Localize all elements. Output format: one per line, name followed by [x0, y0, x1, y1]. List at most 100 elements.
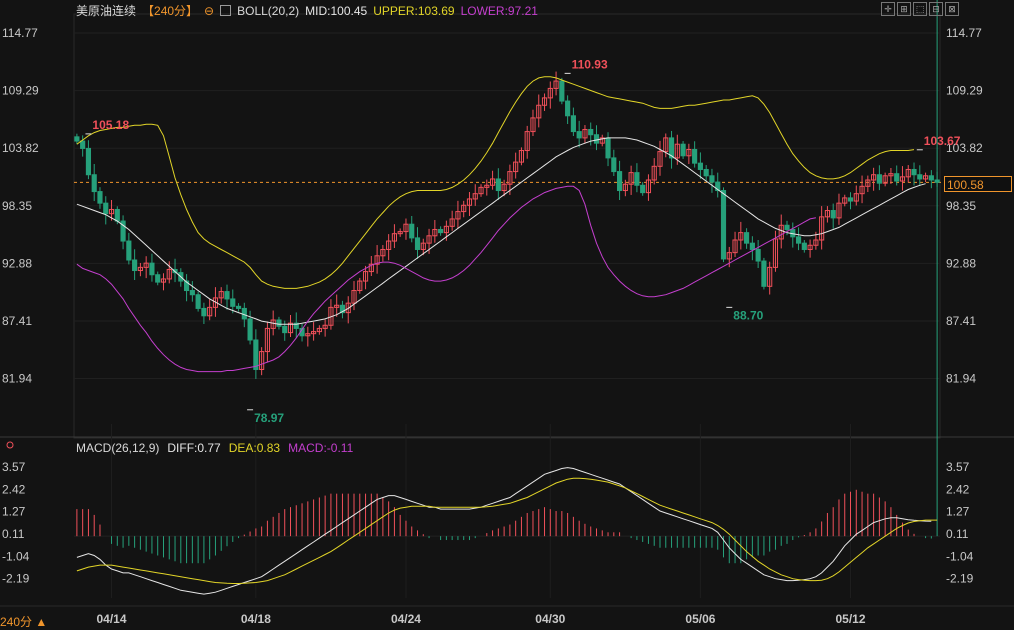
split-icon[interactable]: ⊟	[929, 2, 943, 16]
boll-label[interactable]: BOLL(20,2)	[237, 4, 299, 18]
candle-down	[189, 290, 195, 296]
macd-tick-right: -2.19	[946, 571, 974, 585]
macd-tick-left: 3.57	[2, 460, 26, 474]
candle-down	[593, 134, 600, 144]
price-tick-left: 109.29	[2, 84, 39, 98]
frame-icon[interactable]: ⬚	[913, 2, 927, 16]
candle-down	[247, 318, 253, 341]
candle-down	[235, 305, 242, 309]
candle-down	[565, 100, 571, 117]
candle-down	[801, 242, 807, 250]
price-tick-right: 98.35	[946, 199, 976, 213]
candle-down	[253, 339, 259, 370]
chart-header: 美原油连续 【240分】 ⊖ BOLL(20,2) MID:100.45 UPP…	[76, 2, 538, 19]
macd-tick-left: 2.42	[2, 482, 26, 496]
price-tick-left: 103.82	[2, 141, 39, 155]
candle-down	[85, 147, 92, 176]
macd-label[interactable]: MACD(26,12,9)	[76, 441, 159, 455]
current-price-tag: 100.58	[944, 176, 1012, 192]
macd-tick-left: 1.27	[2, 505, 26, 519]
date-tick: 04/14	[97, 612, 127, 626]
price-tick-right: 109.29	[946, 84, 983, 98]
candle-down	[126, 240, 132, 261]
boll-mid: MID:100.45	[305, 3, 368, 18]
macd-header: MACD(26,12,9) DIFF:0.77 DEA:0.83 MACD:-0…	[76, 441, 353, 455]
triangle-up-icon: ▲	[35, 615, 48, 629]
candle-down	[201, 307, 207, 317]
date-tick: 04/24	[391, 612, 421, 626]
candle-down	[617, 171, 623, 192]
macd-dea: DEA:0.83	[228, 441, 281, 455]
candle-down	[876, 174, 882, 184]
candle-down	[847, 197, 854, 202]
macd-diff: DIFF:0.77	[167, 441, 221, 455]
annotation-label: 105.18	[92, 118, 129, 132]
period-button[interactable]: 240分 ▲	[0, 613, 47, 630]
candle-down	[605, 137, 611, 159]
candle-down	[640, 184, 646, 194]
price-tick-right: 81.94	[946, 372, 976, 386]
macd-tick-left: 0.11	[2, 527, 25, 541]
boll-lower: LOWER:97.21	[460, 3, 538, 18]
annotation-label: 110.93	[572, 57, 608, 71]
candle-down	[74, 136, 80, 142]
boll-upper: UPPER:103.69	[373, 3, 455, 18]
candle-down	[697, 162, 703, 170]
candle-down	[224, 291, 230, 300]
candle-down	[703, 168, 709, 177]
candle-down	[611, 157, 617, 173]
macd-settings-icon[interactable]	[6, 441, 14, 449]
settings-icon[interactable]: ⊖	[204, 4, 214, 18]
candle-down	[282, 325, 288, 334]
candle-down	[438, 228, 444, 234]
macd-dea-line	[76, 477, 938, 584]
symbol-name: 美原油连续	[76, 4, 137, 18]
macd-tick-left: -2.19	[2, 571, 30, 585]
candle-down	[155, 274, 161, 283]
crosshair-icon[interactable]: ✛	[881, 2, 895, 16]
candle-down	[917, 174, 923, 180]
macd-tick-right: 1.27	[946, 505, 970, 519]
candle-down	[91, 174, 97, 193]
grid-icon[interactable]: ⊞	[897, 2, 911, 16]
price-tick-left: 92.88	[2, 256, 32, 270]
candle-down	[195, 294, 201, 309]
price-tick-right: 92.88	[946, 256, 976, 270]
period-button-label: 240分	[0, 615, 33, 629]
candle-down	[103, 202, 109, 215]
macd-tick-right: 3.57	[946, 460, 970, 474]
candle-down	[570, 115, 576, 133]
price-tick-right: 87.41	[946, 314, 976, 328]
main-frame	[73, 13, 941, 439]
date-tick: 05/06	[685, 612, 715, 626]
candle-down	[761, 260, 767, 287]
close-icon[interactable]: ⊠	[945, 2, 959, 16]
candle-down	[692, 148, 698, 164]
annotation-label: 103.67	[924, 134, 961, 148]
period-label[interactable]: 【240分】	[142, 2, 198, 19]
candle-down	[911, 168, 917, 176]
candle-down	[928, 175, 934, 181]
chart-canvas[interactable]: 114.77 114.77109.29 109.29103.82 103.8298.3…	[0, 0, 1014, 629]
date-tick: 04/30	[535, 612, 565, 626]
macd-value: MACD:-0.11	[288, 441, 354, 455]
candle-down	[720, 190, 727, 260]
date-tick: 05/12	[835, 612, 865, 626]
candle-down	[576, 131, 582, 139]
price-tick-left: 114.77	[2, 26, 38, 40]
candle-down	[709, 175, 715, 183]
candle-down	[149, 262, 155, 276]
macd-tick-right: 0.11	[946, 527, 969, 541]
indicator-icon	[220, 5, 232, 16]
candle-down	[114, 208, 120, 222]
candle-down	[409, 223, 415, 239]
candle-down	[559, 80, 565, 102]
macd-tick-right: -1.04	[946, 549, 974, 563]
price-tick-left: 98.35	[2, 199, 32, 213]
candle-down	[495, 178, 501, 192]
boll-lower-line	[76, 185, 816, 373]
candle-down	[749, 242, 755, 250]
candle-down	[276, 319, 282, 327]
candle-down	[784, 224, 790, 230]
candle-down	[634, 172, 640, 186]
